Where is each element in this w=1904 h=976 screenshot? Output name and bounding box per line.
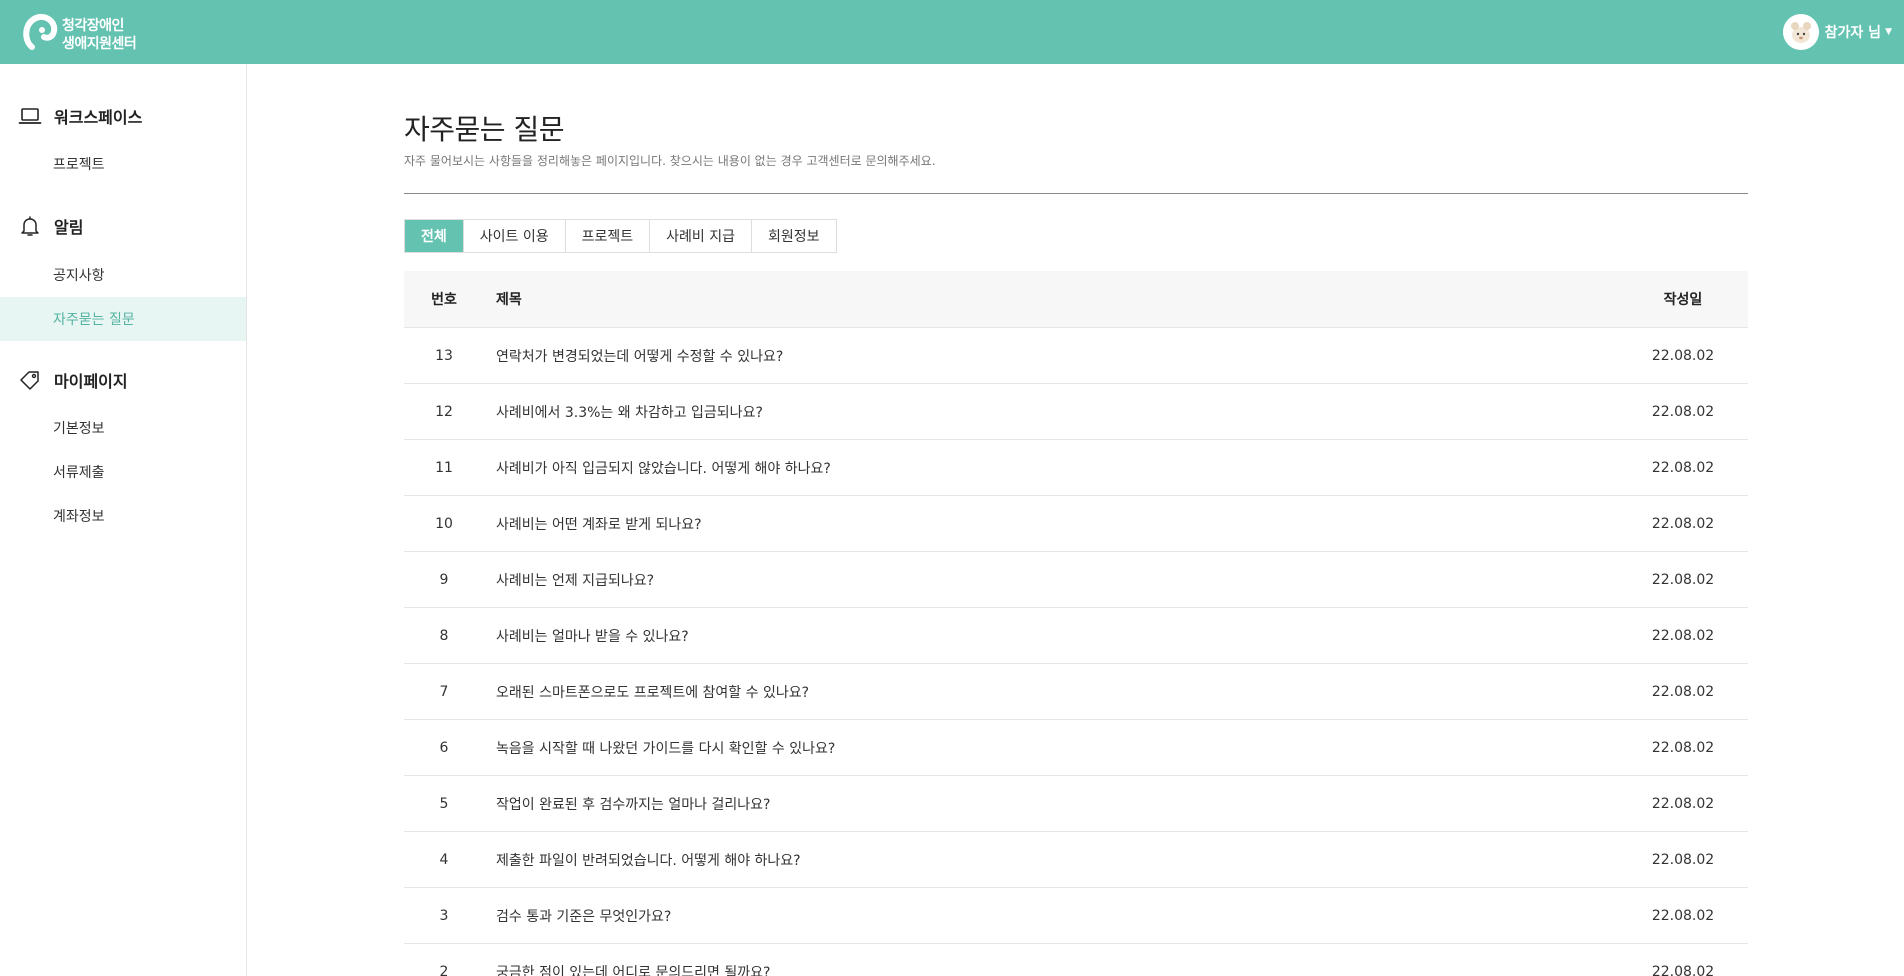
page-description: 자주 물어보시는 사항들을 정리해놓은 페이지입니다. 찾으시는 내용이 없는 …	[404, 154, 936, 168]
row-title[interactable]: 오래된 스마트폰으로도 프로젝트에 참여할 수 있나요?	[484, 682, 1618, 702]
row-title[interactable]: 제출한 파일이 반려되었습니다. 어떻게 해야 하나요?	[484, 850, 1618, 870]
table-row[interactable]: 13 연락처가 변경되었는데 어떻게 수정할 수 있나요? 22.08.02	[404, 327, 1748, 383]
chevron-down-icon[interactable]: ▼	[1885, 27, 1892, 37]
row-title[interactable]: 사례비에서 3.3%는 왜 차감하고 입금되나요?	[484, 402, 1618, 422]
laptop-icon	[18, 108, 42, 124]
sidebar-item-notices[interactable]: 공지사항	[0, 253, 246, 297]
table-row[interactable]: 11 사례비가 아직 입금되지 않았습니다. 어떻게 해야 하나요? 22.08.0…	[404, 439, 1748, 495]
row-date: 22.08.02	[1651, 851, 1715, 868]
tab-site-usage[interactable]: 사이트 이용	[463, 220, 566, 252]
row-title[interactable]: 사례비는 어떤 계좌로 받게 되나요?	[484, 514, 1618, 534]
category-tabs: 전체 사이트 이용 프로젝트 사례비 지급 회원정보	[404, 219, 837, 253]
row-number: 2	[439, 963, 449, 976]
row-number: 8	[439, 627, 449, 644]
row-number: 11	[435, 459, 453, 476]
sidebar-item-label: 자주묻는 질문	[53, 312, 135, 328]
row-date: 22.08.02	[1651, 403, 1715, 420]
row-date: 22.08.02	[1651, 347, 1715, 364]
tab-project[interactable]: 프로젝트	[565, 220, 651, 252]
sidebar: 워크스페이스 프로젝트 알림 공지사항 자주묻는 질문 마이페이지 기본정보 서…	[0, 64, 247, 976]
table-row[interactable]: 3 검수 통과 기준은 무엇인가요? 22.08.02	[404, 887, 1748, 943]
faq-table: 번호 제목 작성일 13 연락처가 변경되었는데 어떻게 수정할 수 있나요? 22…	[404, 271, 1748, 976]
row-title[interactable]: 궁금한 점이 있는데 어디로 문의드리면 될까요?	[484, 962, 1618, 976]
row-title[interactable]: 녹음을 시작할 때 나왔던 가이드를 다시 확인할 수 있나요?	[484, 738, 1618, 758]
top-bar: 청각장애인 생애지원센터 참가자 님 ▼	[0, 0, 1904, 64]
sidebar-item-basic-info[interactable]: 기본정보	[0, 406, 246, 450]
avatar-icon	[1782, 14, 1819, 50]
table-row[interactable]: 5 작업이 완료된 후 검수까지는 얼마나 걸리나요? 22.08.02	[404, 775, 1748, 831]
table-row[interactable]: 7 오래된 스마트폰으로도 프로젝트에 참여할 수 있나요? 22.08.02	[404, 663, 1748, 719]
row-date: 22.08.02	[1651, 907, 1715, 924]
row-number: 6	[439, 739, 449, 756]
table-row[interactable]: 6 녹음을 시작할 때 나왔던 가이드를 다시 확인할 수 있나요? 22.08.0…	[404, 719, 1748, 775]
bell-icon	[21, 216, 39, 236]
row-date: 22.08.02	[1651, 627, 1715, 644]
row-title[interactable]: 사례비가 아직 입금되지 않았습니다. 어떻게 해야 하나요?	[484, 458, 1618, 478]
logo-icon	[23, 13, 58, 50]
divider	[404, 193, 1748, 194]
row-number: 7	[439, 683, 449, 700]
row-date: 22.08.02	[1651, 795, 1715, 812]
table-row[interactable]: 2 궁금한 점이 있는데 어디로 문의드리면 될까요? 22.08.02	[404, 943, 1748, 976]
column-header-date: 작성일	[1663, 292, 1703, 308]
sidebar-section-mypage: 마이페이지	[18, 368, 128, 392]
sidebar-item-faq[interactable]: 자주묻는 질문	[0, 297, 246, 341]
table-row[interactable]: 12 사례비에서 3.3%는 왜 차감하고 입금되나요? 22.08.02	[404, 383, 1748, 439]
sidebar-item-documents[interactable]: 서류제출	[0, 450, 246, 494]
row-title[interactable]: 연락처가 변경되었는데 어떻게 수정할 수 있나요?	[484, 346, 1618, 366]
row-date: 22.08.02	[1651, 683, 1715, 700]
sidebar-item-account-info[interactable]: 계좌정보	[0, 494, 246, 538]
table-row[interactable]: 4 제출한 파일이 반려되었습니다. 어떻게 해야 하나요? 22.08.02	[404, 831, 1748, 887]
user-menu[interactable]: 참가자 님 ▼	[1782, 14, 1892, 50]
tag-icon	[20, 371, 39, 390]
column-header-title: 제목	[496, 292, 522, 308]
row-number: 10	[435, 515, 453, 532]
sidebar-item-label: 계좌정보	[53, 509, 105, 525]
sidebar-section-workspace: 워크스페이스	[18, 104, 142, 128]
row-title[interactable]: 검수 통과 기준은 무엇인가요?	[484, 906, 1618, 926]
row-number: 3	[439, 907, 449, 924]
row-number: 4	[439, 851, 449, 868]
row-number: 12	[435, 403, 453, 420]
row-date: 22.08.02	[1651, 459, 1715, 476]
row-number: 5	[439, 795, 449, 812]
logo[interactable]: 청각장애인 생애지원센터	[22, 13, 182, 53]
logo-line-1: 청각장애인	[62, 18, 124, 34]
table-body: 13 연락처가 변경되었는데 어떻게 수정할 수 있나요? 22.08.02 12 사례…	[404, 327, 1748, 976]
logo-text: 청각장애인 생애지원센터	[62, 17, 137, 53]
column-header-no: 번호	[431, 292, 457, 308]
table-row[interactable]: 9 사례비는 언제 지급되나요? 22.08.02	[404, 551, 1748, 607]
sidebar-item-label: 공지사항	[53, 268, 105, 284]
page-title: 자주묻는 질문	[404, 113, 564, 146]
table-row[interactable]: 10 사례비는 어떤 계좌로 받게 되나요? 22.08.02	[404, 495, 1748, 551]
row-title[interactable]: 작업이 완료된 후 검수까지는 얼마나 걸리나요?	[484, 794, 1618, 814]
user-name[interactable]: 참가자 님	[1825, 22, 1881, 42]
sidebar-section-title: 마이페이지	[54, 372, 128, 391]
sidebar-item-label: 프로젝트	[53, 157, 105, 173]
row-title[interactable]: 사례비는 얼마나 받을 수 있나요?	[484, 626, 1618, 646]
sidebar-item-label: 기본정보	[53, 421, 105, 437]
row-number: 13	[435, 347, 453, 364]
tab-member-info[interactable]: 회원정보	[752, 220, 836, 252]
avatar[interactable]	[1782, 14, 1819, 50]
row-date: 22.08.02	[1651, 963, 1715, 976]
table-header: 번호 제목 작성일	[404, 271, 1748, 327]
table-row[interactable]: 8 사례비는 얼마나 받을 수 있나요? 22.08.02	[404, 607, 1748, 663]
sidebar-item-project[interactable]: 프로젝트	[0, 142, 246, 186]
tab-all[interactable]: 전체	[405, 220, 464, 252]
row-date: 22.08.02	[1651, 571, 1715, 588]
sidebar-section-title: 워크스페이스	[54, 108, 143, 127]
sidebar-section-title: 알림	[54, 218, 84, 237]
logo-line-2: 생애지원센터	[62, 36, 137, 52]
row-number: 9	[439, 571, 449, 588]
row-date: 22.08.02	[1651, 515, 1715, 532]
row-title[interactable]: 사례비는 언제 지급되나요?	[484, 570, 1618, 590]
row-date: 22.08.02	[1651, 739, 1715, 756]
sidebar-item-label: 서류제출	[53, 465, 105, 481]
sidebar-section-notice: 알림	[18, 214, 83, 238]
tab-payment[interactable]: 사례비 지급	[650, 220, 753, 252]
